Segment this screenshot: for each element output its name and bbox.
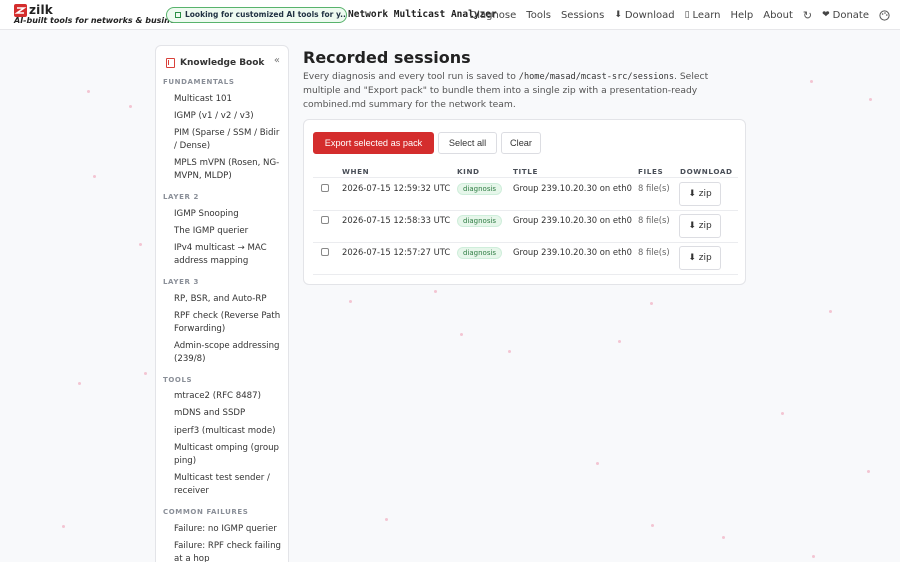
theme-palette-icon[interactable] bbox=[879, 9, 890, 21]
sidebar-header: Knowledge Book « bbox=[166, 55, 280, 70]
sidebar-item-rpf-check[interactable]: RPF check (Reverse Path Forwarding) bbox=[174, 310, 282, 335]
sidebar-item-rp-bsr[interactable]: RP, BSR, and Auto-RP bbox=[174, 293, 282, 306]
sidebar-item-omping[interactable]: Multicast omping (group ping) bbox=[174, 442, 282, 467]
column-header-when: WHEN bbox=[342, 167, 370, 176]
promo-banner[interactable]: Looking for customized AI tools for y... bbox=[166, 7, 347, 23]
download-zip-button[interactable]: ⬇ zip bbox=[679, 214, 721, 238]
column-header-download: DOWNLOAD bbox=[680, 167, 733, 176]
nav-download[interactable]: ⬇ Download bbox=[614, 10, 674, 21]
sidebar-item-mdns-ssdp[interactable]: mDNS and SSDP bbox=[174, 407, 282, 420]
nav-tools[interactable]: Tools bbox=[526, 10, 551, 21]
kind-badge: diagnosis bbox=[457, 247, 503, 259]
row-select-checkbox[interactable] bbox=[321, 184, 329, 192]
kind-badge: diagnosis bbox=[457, 183, 503, 195]
row-divider bbox=[313, 210, 738, 211]
main-nav: Diagnose Tools Sessions ⬇ Download ▯ Learn… bbox=[460, 0, 890, 30]
sidebar-item-mpls-mvpn[interactable]: MPLS mVPN (Rosen, NG-MVPN, MLDP) bbox=[174, 157, 282, 182]
row-when: 2026-07-15 12:57:27 UTC bbox=[342, 247, 451, 257]
brand-tagline: AI-built tools for networks & business. bbox=[14, 16, 188, 25]
download-icon: ⬇ bbox=[614, 10, 622, 20]
sidebar-item-igmp[interactable]: IGMP (v1 / v2 / v3) bbox=[174, 110, 282, 123]
row-files: 8 file(s) bbox=[638, 247, 670, 257]
column-header-kind: KIND bbox=[457, 167, 480, 176]
nav-diagnose[interactable]: Diagnose bbox=[470, 10, 517, 21]
row-title: Group 239.10.20.30 on eth0 bbox=[513, 183, 632, 193]
book-icon bbox=[166, 58, 175, 68]
sidebar-item-iperf3[interactable]: iperf3 (multicast mode) bbox=[174, 425, 282, 438]
sidebar-item-admin-scope[interactable]: Admin-scope addressing (239/8) bbox=[174, 340, 282, 365]
sidebar-item-test-sender[interactable]: Multicast test sender / receiver bbox=[174, 472, 282, 497]
sidebar-item-igmp-snooping[interactable]: IGMP Snooping bbox=[174, 208, 282, 221]
square-icon bbox=[175, 12, 181, 18]
row-title: Group 239.10.20.30 on eth0 bbox=[513, 215, 632, 225]
export-pack-button[interactable]: Export selected as pack bbox=[313, 132, 434, 154]
clear-button[interactable]: Clear bbox=[501, 132, 541, 154]
sidebar-section-tools: TOOLS bbox=[163, 376, 193, 384]
sessions-card: Export selected as pack Select all Clear… bbox=[303, 119, 746, 285]
brand-name: zilk bbox=[29, 3, 53, 17]
nav-about[interactable]: About bbox=[763, 10, 793, 21]
sessions-path: /home/masad/mcast-src/sessions bbox=[518, 72, 674, 82]
download-zip-button[interactable]: ⬇ zip bbox=[679, 182, 721, 206]
sidebar-item-multicast-101[interactable]: Multicast 101 bbox=[174, 93, 282, 106]
sidebar-section-common-failures: COMMON FAILURES bbox=[163, 508, 249, 516]
nav-learn[interactable]: ▯ Learn bbox=[685, 10, 721, 21]
nav-donate-label: Donate bbox=[832, 9, 869, 21]
row-select-checkbox[interactable] bbox=[321, 216, 329, 224]
sidebar-item-mtrace2[interactable]: mtrace2 (RFC 8487) bbox=[174, 390, 282, 403]
brand[interactable]: zilk AI-built tools for networks & busin… bbox=[14, 3, 188, 25]
row-title: Group 239.10.20.30 on eth0 bbox=[513, 247, 632, 257]
sidebar-section-layer-3: LAYER 3 bbox=[163, 278, 199, 286]
kind-badge: diagnosis bbox=[457, 215, 503, 227]
page-description: Every diagnosis and every tool run is sa… bbox=[303, 70, 748, 111]
column-header-title: TITLE bbox=[513, 167, 538, 176]
sidebar-title: Knowledge Book bbox=[180, 58, 265, 68]
heart-icon: ❤ bbox=[822, 10, 830, 20]
sidebar-item-pim[interactable]: PIM (Sparse / SSM / Bidir / Dense) bbox=[174, 127, 282, 152]
nav-help[interactable]: Help bbox=[730, 10, 753, 21]
page-title: Recorded sessions bbox=[303, 48, 471, 67]
sidebar-item-no-querier[interactable]: Failure: no IGMP querier bbox=[174, 523, 282, 536]
row-select-checkbox[interactable] bbox=[321, 248, 329, 256]
nav-sessions[interactable]: Sessions bbox=[561, 10, 604, 21]
knowledge-book-sidebar: Knowledge Book « FUNDAMENTALS Multicast … bbox=[155, 45, 289, 562]
nav-donate[interactable]: ❤ Donate bbox=[822, 10, 869, 21]
select-all-button[interactable]: Select all bbox=[438, 132, 497, 154]
row-files: 8 file(s) bbox=[638, 183, 670, 193]
desc-text-before: Every diagnosis and every tool run is sa… bbox=[303, 71, 519, 82]
promo-text: Looking for customized AI tools for y... bbox=[185, 10, 347, 19]
row-divider bbox=[313, 274, 738, 275]
column-header-files: FILES bbox=[638, 167, 664, 176]
row-divider bbox=[313, 242, 738, 243]
row-when: 2026-07-15 12:58:33 UTC bbox=[342, 215, 451, 225]
sidebar-section-fundamentals: FUNDAMENTALS bbox=[163, 78, 235, 86]
nav-download-label: Download bbox=[624, 9, 675, 21]
top-bar: zilk AI-built tools for networks & busin… bbox=[0, 0, 900, 30]
collapse-sidebar-icon[interactable]: « bbox=[274, 55, 280, 66]
sidebar-item-rpf-failing[interactable]: Failure: RPF check failing at a hop bbox=[174, 540, 282, 562]
sidebar-section-layer-2: LAYER 2 bbox=[163, 193, 199, 201]
header-divider bbox=[313, 177, 738, 178]
book-icon: ▯ bbox=[684, 10, 690, 20]
sidebar-item-igmp-querier[interactable]: The IGMP querier bbox=[174, 225, 282, 238]
row-when: 2026-07-15 12:59:32 UTC bbox=[342, 183, 451, 193]
download-zip-button[interactable]: ⬇ zip bbox=[679, 246, 721, 270]
refresh-icon[interactable]: ↻ bbox=[803, 9, 812, 22]
nav-learn-label: Learn bbox=[692, 9, 721, 21]
sidebar-item-mac-mapping[interactable]: IPv4 multicast → MAC address mapping bbox=[174, 242, 282, 267]
row-files: 8 file(s) bbox=[638, 215, 670, 225]
zilk-logo-icon bbox=[14, 3, 27, 17]
